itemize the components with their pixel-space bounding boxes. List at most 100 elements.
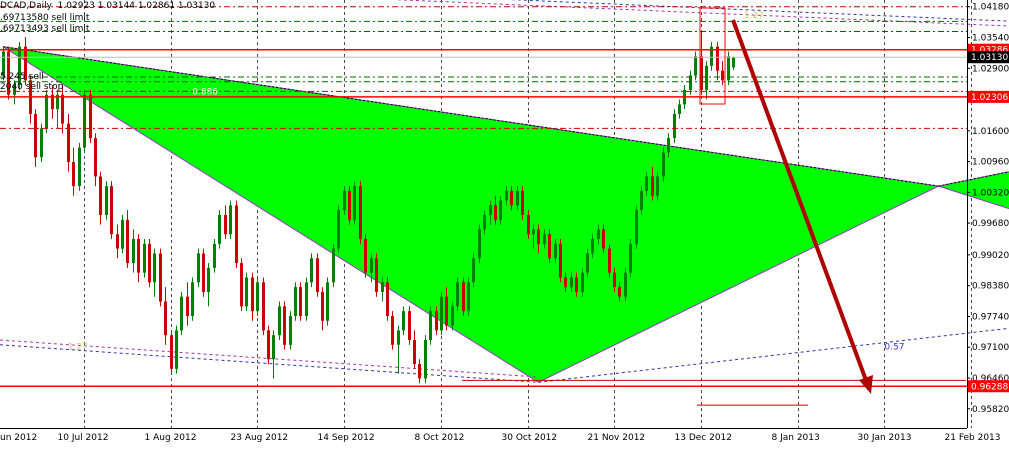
candle-body	[272, 335, 275, 360]
price-chart[interactable]: 0.571.270.8860.8861.27423.6 0.96413423.6…	[0, 0, 1009, 446]
candle-body	[267, 330, 270, 360]
candle-body	[72, 162, 75, 187]
candle-body	[527, 214, 530, 235]
candle-body	[364, 239, 367, 273]
candle-body	[581, 272, 584, 292]
candle-body	[613, 272, 616, 288]
candle-body	[618, 287, 621, 297]
candle-body	[629, 243, 632, 273]
candle-body	[326, 282, 329, 321]
candle-body	[121, 219, 124, 249]
candle-body	[83, 94, 86, 148]
candle-body	[694, 56, 697, 76]
x-tick-label: un 2012	[0, 433, 37, 443]
candle-body	[564, 277, 567, 288]
candle-body	[116, 234, 119, 249]
candle-body	[635, 210, 638, 244]
candle-body	[472, 258, 475, 283]
candle-body	[418, 364, 421, 379]
candle-body	[543, 234, 546, 244]
candle-body	[164, 301, 167, 336]
candle-body	[289, 315, 292, 345]
candle-body	[597, 229, 600, 240]
x-tick-label: 30 Oct 2012	[502, 433, 558, 443]
candle-body	[462, 282, 465, 312]
candle-body	[489, 205, 492, 215]
y-tick-label: 0.99020	[972, 251, 1009, 261]
candle-body	[391, 315, 394, 345]
candle-body	[110, 186, 113, 235]
candle-body	[381, 282, 384, 292]
candle-body	[435, 311, 438, 331]
candle-body	[440, 296, 443, 331]
candle-body	[375, 258, 378, 292]
candle-body	[499, 200, 502, 220]
candle-body	[532, 229, 535, 235]
candle-body	[262, 282, 265, 331]
price-tag-label: 1.02306	[971, 93, 1008, 103]
candle-body	[202, 253, 205, 292]
candle-body	[494, 205, 497, 220]
y-tick-label: 0.98380	[972, 282, 1009, 292]
candle-body	[251, 277, 254, 312]
x-tick-label: 10 Jul 2012	[58, 433, 109, 443]
candle-body	[137, 239, 140, 273]
candle-body	[408, 311, 411, 340]
order-label-sell[interactable]: 5.245 sell	[0, 72, 44, 82]
candle-body	[429, 311, 432, 340]
candle-body	[294, 287, 297, 316]
y-tick-label: 0.95820	[972, 405, 1009, 415]
candle-body	[89, 94, 92, 139]
order-label-sell-limit-2[interactable]: .69713493 sell limit	[0, 24, 89, 34]
y-tick-label: 1.01600	[972, 127, 1009, 137]
candle-body	[678, 104, 681, 114]
x-tick-label: 21 Feb 2013	[945, 433, 1001, 443]
candle-body	[316, 258, 319, 292]
order-label-sell-stop[interactable]: 2040 sell stop	[0, 82, 63, 92]
x-tick-label: 30 Jan 2013	[858, 433, 912, 443]
candle-body	[61, 94, 64, 124]
candle-body	[516, 190, 519, 206]
y-tick-label: 1.00320	[972, 188, 1009, 198]
candle-body	[299, 287, 302, 316]
candle-body	[483, 214, 486, 230]
candle-body	[402, 311, 405, 331]
candle-body	[451, 306, 454, 326]
y-tick-label: 0.97100	[972, 343, 1009, 353]
y-tick-label: 1.04180	[972, 3, 1009, 13]
candle-body	[170, 335, 173, 369]
candle-body	[197, 253, 200, 283]
ohlc-values: 1.02923 1.03144 1.02861 1.03130	[57, 1, 216, 11]
candle-body	[40, 128, 43, 158]
candle-body	[337, 210, 340, 249]
candle-body	[143, 243, 146, 273]
candle-body	[343, 190, 346, 211]
candle-body	[456, 282, 459, 307]
candle-body	[602, 229, 605, 249]
candle-body	[245, 277, 248, 307]
candle-body	[467, 282, 470, 312]
candle-body	[370, 258, 373, 273]
candle-body	[305, 282, 308, 316]
candle-body	[445, 296, 448, 326]
x-tick-label: 13 Dec 2012	[675, 433, 733, 443]
candle-body	[235, 205, 238, 264]
candle-body	[348, 190, 351, 220]
candle-body	[624, 272, 627, 297]
candle-body	[673, 113, 676, 139]
candle-body	[359, 186, 362, 240]
candle-body	[586, 253, 589, 273]
candle-body	[153, 253, 156, 283]
candle-body	[180, 296, 183, 331]
candle-body	[94, 138, 97, 177]
annotation-label: 1.27	[744, 11, 764, 21]
candle-body	[99, 176, 102, 215]
candle-body	[186, 296, 189, 316]
candle-body	[213, 243, 216, 268]
candle-body	[67, 123, 70, 163]
candle-body	[159, 253, 162, 302]
order-label-sell-limit-1[interactable]: .69713580 sell limit	[0, 13, 89, 23]
candle-body	[353, 186, 356, 220]
candle-body	[126, 219, 129, 264]
candle-body	[34, 113, 37, 158]
